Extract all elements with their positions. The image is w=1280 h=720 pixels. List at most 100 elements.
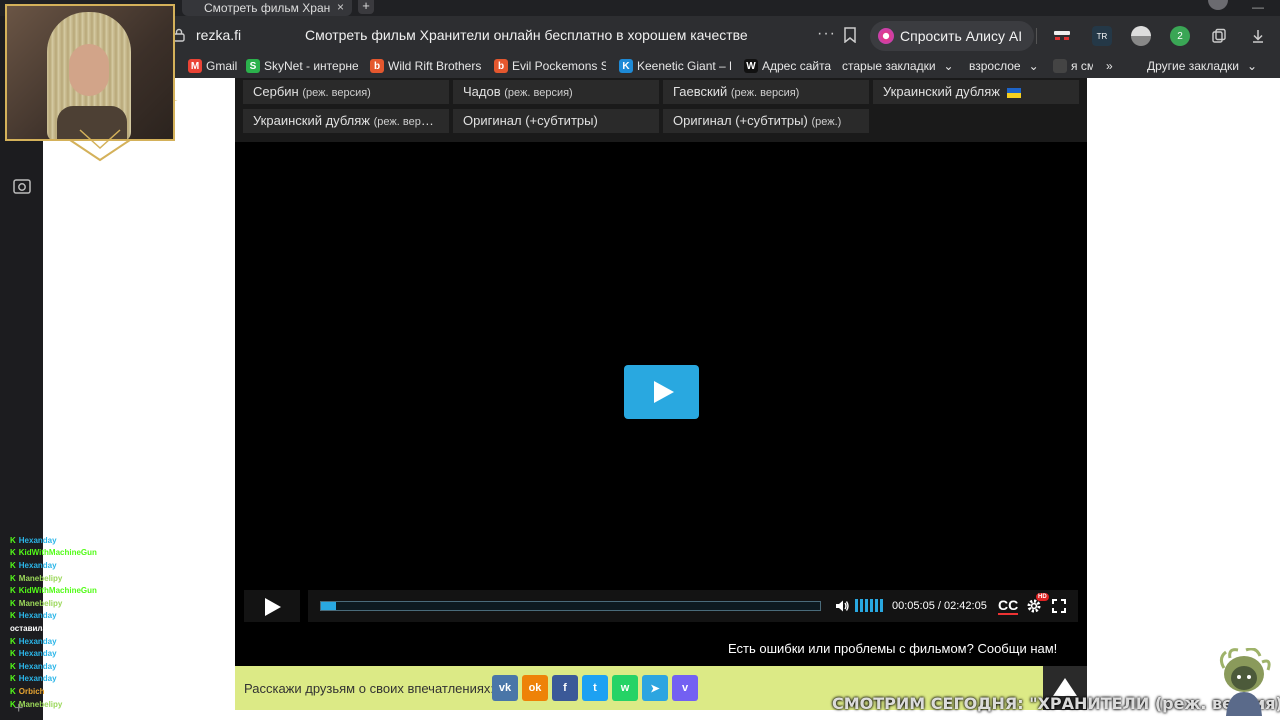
chat-text: ... — [59, 611, 67, 621]
alice-icon — [878, 28, 894, 44]
kick-icon: K — [10, 548, 16, 558]
kick-icon: K — [10, 598, 16, 608]
bookmark-item[interactable]: W Адрес сайта — [744, 58, 831, 74]
chat-message: K Manebelipy... — [10, 572, 230, 585]
tab-close-icon[interactable]: × — [337, 0, 344, 14]
translator-name: Украинский дубляж — [253, 113, 370, 128]
w-icon: W — [744, 59, 758, 73]
incognito-ext-icon[interactable] — [1052, 26, 1072, 46]
volume-slider[interactable] — [855, 599, 883, 612]
progress-bar[interactable] — [320, 601, 821, 611]
chat-message: K Hexanday... — [10, 559, 230, 572]
kick-icon: K — [10, 586, 16, 596]
telegram-share-icon[interactable]: ➤ — [642, 675, 668, 701]
bookmark-label: SkyNet - интернет — [264, 59, 358, 73]
download-icon[interactable] — [1248, 26, 1268, 46]
fullscreen-icon[interactable] — [1052, 599, 1066, 613]
facebook-share-icon[interactable]: f — [552, 675, 578, 701]
translator-note: (реж. версия) — [730, 87, 800, 99]
page-right-margin — [1087, 78, 1280, 720]
translator-option[interactable]: Оригинал (+субтитры) (реж.) — [663, 109, 869, 133]
chat-text: ... — [99, 548, 107, 558]
chat-message: оставила — [10, 622, 230, 635]
translator-option[interactable]: Гаевский (реж. версия) — [663, 80, 869, 104]
bookmark-item[interactable]: старые закладки ⌄ — [842, 58, 952, 74]
stream-ticker: СМОТРИМ СЕГОДНЯ: "ХРАНИТЕЛИ (реж. версия… — [832, 694, 1280, 713]
chat-username: Orbich — [18, 686, 45, 696]
ok-share-icon[interactable]: ok — [522, 675, 548, 701]
progress-fill — [321, 602, 337, 610]
bookmark-item[interactable]: K Keenetic Giant – П — [619, 58, 731, 74]
chat-message: K Hexanday — [10, 673, 230, 686]
chat-message: K KidWithMachineGun... — [10, 584, 230, 597]
translate-ext-icon[interactable]: TR — [1092, 26, 1112, 46]
webcam-frame-ornament — [69, 100, 178, 162]
address-domain[interactable]: rezka.fi — [196, 27, 241, 43]
translator-note: (реж. версия) — [504, 87, 573, 99]
volume-icon[interactable] — [834, 598, 850, 614]
bookmarks-overflow-button[interactable]: » — [1106, 58, 1113, 74]
translator-name: Оригинал (+субтитры) — [673, 113, 808, 128]
bookmark-item[interactable]: b Wild Rift Brothers — [370, 58, 481, 74]
other-bookmarks-folder[interactable]: Другие закладки ⌄ — [1147, 58, 1257, 74]
bookmark-label: старые закладки — [842, 59, 936, 73]
chat-username: Hexanday — [18, 649, 57, 659]
ask-alice-button[interactable]: Спросить Алису AI — [870, 21, 1035, 51]
chat-text: ... — [59, 649, 67, 659]
kick-icon: K — [10, 535, 16, 545]
chevron-down-icon: ⌄ — [1246, 59, 1258, 73]
browser-tab[interactable]: Смотреть фильм Хран × — [182, 0, 352, 16]
chat-message: K Hexanday... — [10, 660, 230, 673]
chat-message: K Hexanday — [10, 635, 230, 648]
chat-message: K Hexanday... — [10, 647, 230, 660]
ext-circle-icon[interactable] — [1131, 26, 1151, 46]
chat-username: KidWithMachineGun — [18, 548, 97, 558]
player-controls: 00:05:05 / 02:42:05 CC HD — [244, 590, 1078, 622]
chat-message: K Manebelipy — [10, 698, 230, 711]
bookmark-icon[interactable] — [843, 27, 857, 43]
big-play-button[interactable] — [624, 365, 699, 419]
bookmark-label: Wild Rift Brothers — [388, 59, 482, 73]
translator-name: Гаевский — [673, 84, 728, 99]
translator-option[interactable]: Чадов (реж. версия) — [453, 80, 659, 104]
ask-alice-label: Спросить Алису AI — [900, 28, 1023, 44]
chevron-down-icon: ⌄ — [943, 59, 952, 73]
stream-chat: K Hexanday K KidWithMachineGun... K Hexanday.… — [10, 534, 230, 710]
collections-icon[interactable] — [1209, 26, 1229, 46]
bookmark-item[interactable]: S SkyNet - интернет — [246, 58, 358, 74]
chat-message: K Hexanday... — [10, 610, 230, 623]
report-problem-link[interactable]: Есть ошибки или проблемы с фильмом? Сооб… — [728, 641, 1057, 656]
translator-option[interactable]: Оригинал (+субтитры) — [453, 109, 659, 133]
duration: 02:42:05 — [944, 600, 987, 612]
translator-option[interactable]: Сербин (реж. версия) — [243, 80, 449, 104]
chat-username: KidWithMachineGun — [18, 586, 97, 596]
new-tab-button[interactable]: + — [358, 0, 374, 14]
current-time: 00:05:05 — [892, 600, 935, 612]
bookmark-item[interactable]: я см — [1053, 58, 1093, 74]
chat-username: Manebelipy — [18, 573, 63, 583]
translator-option[interactable]: Украинский дубляж (реж. версия) — [243, 109, 449, 133]
bookmark-item[interactable]: b Evil Pockemons Se — [494, 58, 606, 74]
translator-name: Чадов — [463, 84, 501, 99]
twitter-share-icon[interactable]: t — [582, 675, 608, 701]
address-page-title[interactable]: Смотреть фильм Хранители онлайн бесплатн… — [305, 27, 748, 43]
whatsapp-share-icon[interactable]: w — [612, 675, 638, 701]
window-minimize-icon[interactable]: — — [1252, 0, 1264, 14]
ext-badge-icon[interactable]: 2 — [1170, 26, 1190, 46]
vk-share-icon[interactable]: vk — [492, 675, 518, 701]
play-button[interactable] — [244, 590, 300, 622]
chat-message: K Hexanday — [10, 534, 230, 547]
time-display: 00:05:05 / 02:42:05 — [892, 600, 987, 612]
other-bookmarks-label: Другие закладки — [1147, 59, 1239, 73]
bookmark-item[interactable]: M Gmail — [188, 58, 237, 74]
bookmark-label: Адрес сайта — [762, 59, 832, 73]
screenshot-icon[interactable] — [12, 176, 32, 196]
kick-icon: K — [10, 649, 16, 659]
more-icon[interactable]: ··· — [817, 25, 836, 43]
kick-icon: K — [10, 661, 16, 671]
subtitles-button[interactable]: CC — [998, 598, 1019, 615]
bookmark-item[interactable]: взрослое ⌄ — [969, 58, 1039, 74]
translator-option[interactable]: Украинский дубляж — [873, 80, 1079, 104]
viber-share-icon[interactable]: v — [672, 675, 698, 701]
chat-username: оставила — [10, 623, 47, 633]
